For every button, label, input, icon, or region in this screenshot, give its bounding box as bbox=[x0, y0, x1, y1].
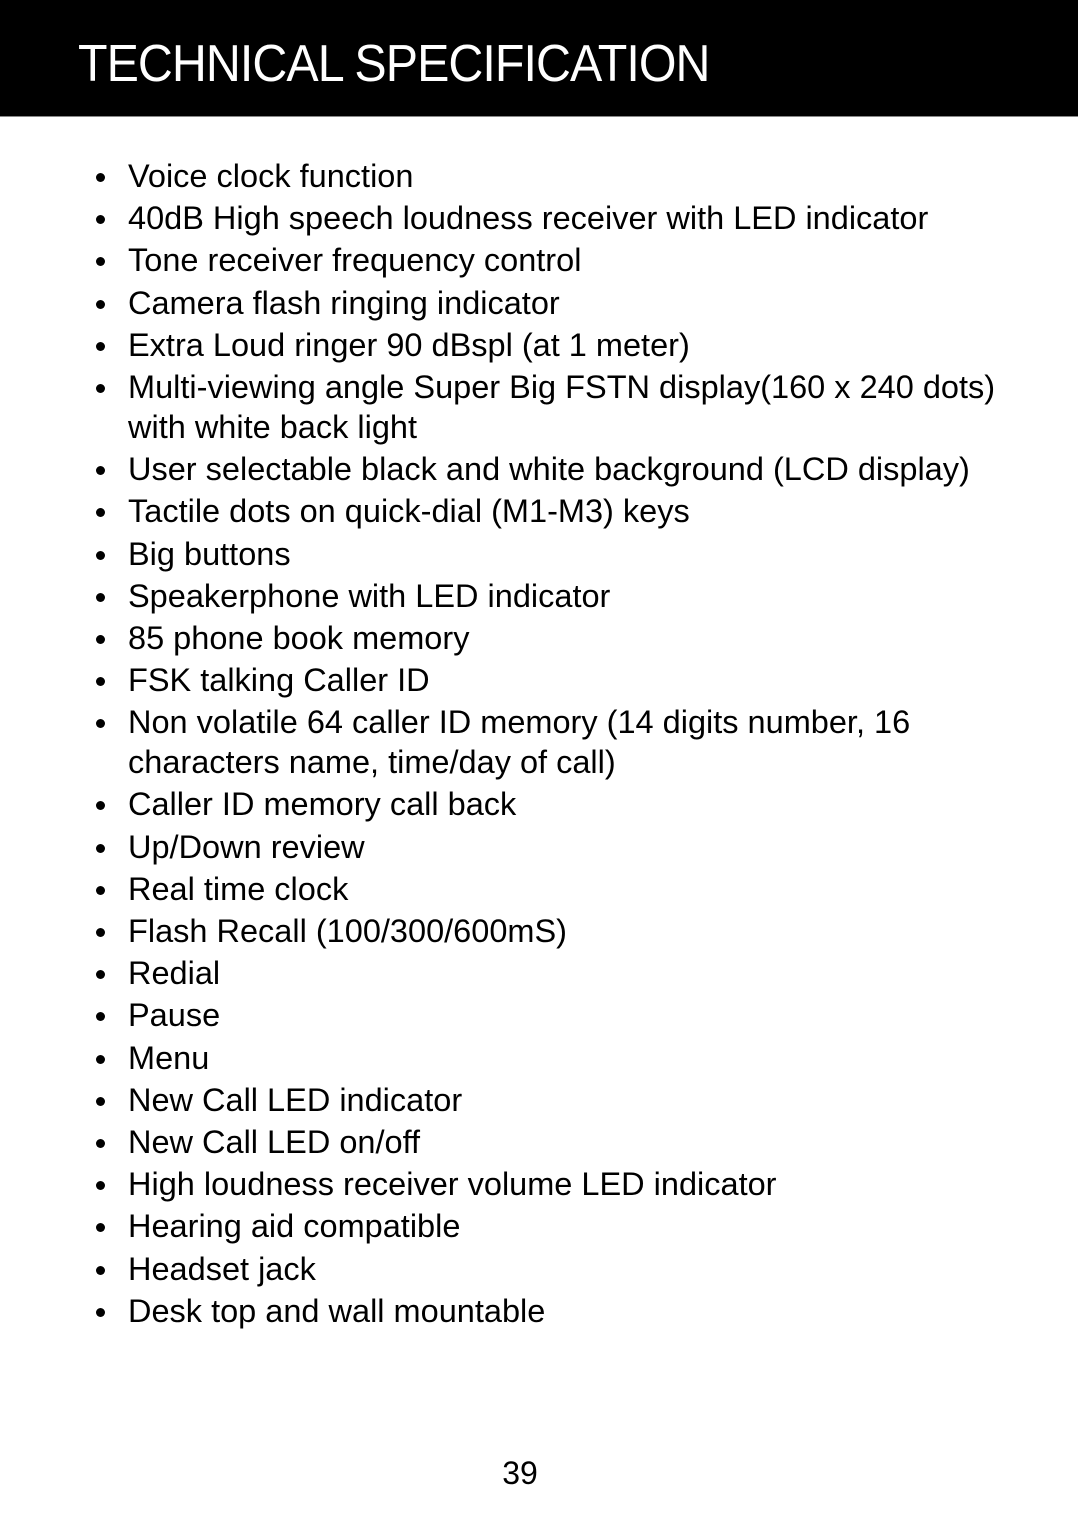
bullet-icon bbox=[96, 677, 105, 687]
page-number: 39 bbox=[502, 1455, 538, 1491]
list-item: High loudness receiver volume LED indica… bbox=[0, 1164, 1080, 1204]
list-item-text: Big buttons bbox=[128, 535, 291, 572]
bullet-icon bbox=[96, 1012, 105, 1022]
bullet-icon bbox=[96, 1265, 105, 1275]
bullet-icon bbox=[96, 299, 105, 309]
list-item: Non volatile 64 caller ID memory (14 dig… bbox=[0, 702, 1080, 782]
list-item: FSK talking Caller ID bbox=[0, 660, 1080, 700]
list-item-text: Tactile dots on quick-dial (M1-M3) keys bbox=[128, 493, 690, 530]
list-item: Flash Recall (100/300/600mS) bbox=[0, 911, 1080, 951]
list-item-text: 40dB High speech loudness receiver with … bbox=[128, 200, 929, 237]
list-item: Caller ID memory call back bbox=[0, 784, 1080, 824]
list-item-text: Non volatile 64 caller ID memory (14 dig… bbox=[128, 704, 911, 781]
list-item-text: Tone receiver frequency control bbox=[128, 242, 582, 279]
list-item: Hearing aid compatible bbox=[0, 1206, 1080, 1246]
list-item-text: 85 phone book memory bbox=[128, 619, 470, 656]
list-item-text: Real time clock bbox=[128, 870, 349, 907]
list-item-text: Multi-viewing angle Super Big FSTN displ… bbox=[128, 368, 996, 445]
list-item: Headset jack bbox=[0, 1249, 1080, 1289]
bullet-icon bbox=[96, 719, 105, 729]
list-item: 40dB High speech loudness receiver with … bbox=[0, 198, 1080, 238]
list-item: Speakerphone with LED indicator bbox=[0, 576, 1080, 616]
page-title: TECHNICAL SPECIFICATION bbox=[78, 35, 710, 93]
list-item-text: Pause bbox=[128, 997, 221, 1034]
list-item-text: Caller ID memory call back bbox=[128, 786, 517, 823]
list-item-text: High loudness receiver volume LED indica… bbox=[128, 1166, 777, 1203]
list-item-text: Menu bbox=[128, 1039, 210, 1076]
list-item: Menu bbox=[0, 1038, 1080, 1078]
list-item: Tactile dots on quick-dial (M1-M3) keys bbox=[0, 491, 1080, 531]
bullet-icon bbox=[96, 466, 105, 476]
bullet-icon bbox=[96, 1223, 105, 1233]
bullet-icon bbox=[96, 1307, 105, 1317]
bullet-icon bbox=[96, 341, 105, 351]
bullet-icon bbox=[96, 173, 105, 182]
list-item-text: FSK talking Caller ID bbox=[128, 662, 430, 699]
list-item-text: User selectable black and white backgrou… bbox=[128, 451, 970, 488]
list-item: 85 phone book memory bbox=[0, 618, 1080, 658]
bullet-icon bbox=[96, 1181, 105, 1191]
list-item-text: Up/Down review bbox=[128, 828, 365, 865]
bullet-icon bbox=[96, 592, 105, 602]
list-item-text: New Call LED indicator bbox=[128, 1081, 463, 1118]
list-item: Pause bbox=[0, 995, 1080, 1035]
list-item: Real time clock bbox=[0, 869, 1080, 909]
list-item: Big buttons bbox=[0, 534, 1080, 574]
list-item: Extra Loud ringer 90 dBspl (at 1 meter) bbox=[0, 325, 1080, 365]
list-item: New Call LED indicator bbox=[0, 1080, 1080, 1120]
list-item-text: Extra Loud ringer 90 dBspl (at 1 meter) bbox=[128, 326, 690, 363]
bullet-icon bbox=[96, 550, 105, 560]
spec-list: Voice clock function 40dB High speech lo… bbox=[0, 156, 1080, 1333]
list-item: Voice clock function bbox=[0, 156, 1080, 196]
bullet-icon bbox=[96, 257, 105, 267]
bullet-icon bbox=[96, 801, 105, 811]
list-item: Camera flash ringing indicator bbox=[0, 283, 1080, 323]
bullet-icon bbox=[96, 885, 105, 895]
list-item: New Call LED on/off bbox=[0, 1122, 1080, 1162]
bullet-icon bbox=[96, 383, 105, 393]
list-item-text: Desk top and wall mountable bbox=[128, 1292, 546, 1329]
list-item-text: Redial bbox=[128, 955, 221, 992]
list-item: Redial bbox=[0, 953, 1080, 993]
bullet-icon bbox=[96, 843, 105, 853]
bullet-icon bbox=[96, 508, 105, 518]
bullet-icon bbox=[96, 1138, 105, 1148]
bullet-icon bbox=[96, 970, 105, 980]
list-item: Up/Down review bbox=[0, 827, 1080, 867]
header-bar: TECHNICAL SPECIFICATION bbox=[0, 0, 1078, 117]
bullet-icon bbox=[96, 215, 105, 225]
list-item-text: Hearing aid compatible bbox=[128, 1208, 461, 1245]
list-item: User selectable black and white backgrou… bbox=[0, 449, 1080, 489]
list-item-text: Camera flash ringing indicator bbox=[128, 284, 560, 321]
bullet-icon bbox=[96, 1054, 105, 1064]
list-item-text: New Call LED on/off bbox=[128, 1123, 421, 1160]
list-item: Multi-viewing angle Super Big FSTN displ… bbox=[0, 367, 1080, 447]
list-item: Tone receiver frequency control bbox=[0, 240, 1080, 280]
list-item: Desk top and wall mountable bbox=[0, 1291, 1080, 1331]
bullet-icon bbox=[96, 1096, 105, 1106]
bullet-icon bbox=[96, 928, 105, 937]
list-item-text: Voice clock function bbox=[128, 158, 414, 194]
bullet-icon bbox=[96, 634, 105, 644]
list-item-text: Speakerphone with LED indicator bbox=[128, 577, 611, 614]
list-item-text: Headset jack bbox=[128, 1250, 316, 1287]
list-item-text: Flash Recall (100/300/600mS) bbox=[128, 913, 567, 949]
